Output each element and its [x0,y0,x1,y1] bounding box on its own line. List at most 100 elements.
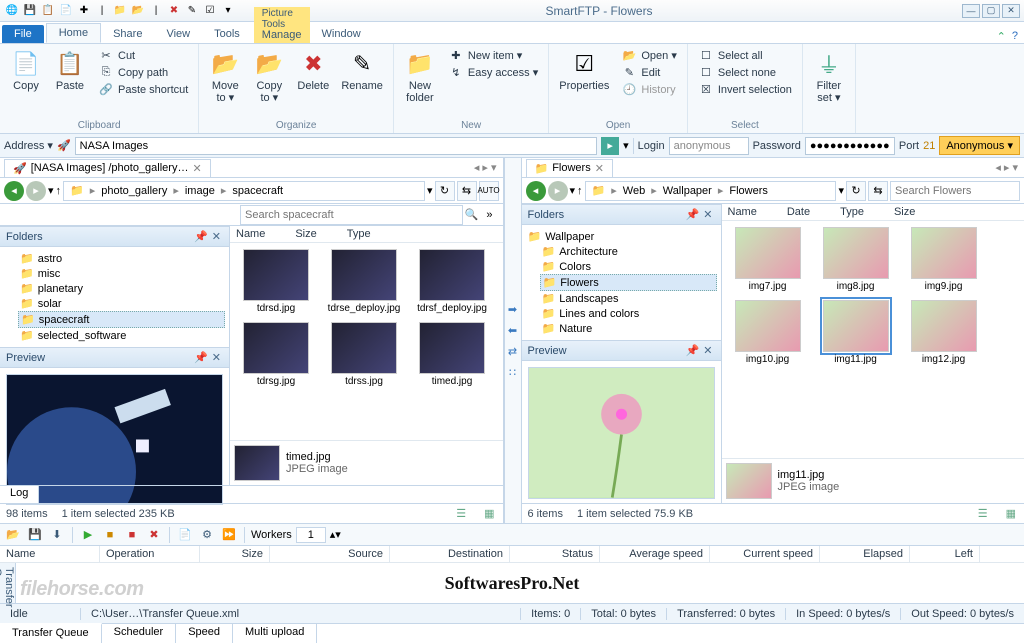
history-dropdown[interactable]: ▾ [570,184,576,197]
history-button[interactable]: 🕘History [617,82,681,97]
tq-column[interactable]: Destination [390,546,510,562]
select-all-button[interactable]: ☐Select all [694,48,796,63]
minimize-button[interactable]: — [962,4,980,18]
back-button[interactable]: ◂ [526,181,546,201]
thumbnail[interactable]: img9.jpg [904,227,984,292]
tq-pause-icon[interactable]: ■ [101,526,119,544]
tq-settings-icon[interactable]: ⚙ [198,526,216,544]
right-breadcrumb[interactable]: 📁▸ Web▸ Wallpaper▸ Flowers [585,181,837,201]
thumbnail[interactable]: timed.jpg [412,322,492,387]
left-search-input[interactable] [240,205,463,225]
pin-icon[interactable]: 📌 [684,344,702,357]
thumbnail[interactable]: img7.jpg [728,227,808,292]
paste-button[interactable]: 📋Paste [50,46,90,94]
col-date[interactable]: Date [787,206,810,218]
sync-button[interactable]: ⇆ [457,181,477,201]
edit-button[interactable]: ✎Edit [617,65,681,80]
open-button[interactable]: 📂Open ▾ [617,48,681,63]
tab-nav[interactable]: ◂ ▸ ▾ [989,161,1024,174]
tree-item[interactable]: 📁Architecture [540,244,717,259]
easy-access-button[interactable]: ↯Easy access ▾ [444,65,542,80]
tab-nav[interactable]: ◂ ▸ ▾ [468,161,503,174]
rename-button[interactable]: ✎Rename [337,46,387,94]
tq-export-icon[interactable]: ⬇ [48,526,66,544]
tq-side-tab[interactable]: Transfer Queue [0,563,16,603]
transfer-sync-icon[interactable]: ⇄ [508,345,517,358]
transfer-left-icon[interactable]: ⬅ [508,324,517,337]
tq-column[interactable]: Average speed [600,546,710,562]
tq-stop-icon[interactable]: ■ [123,526,141,544]
thumbnail[interactable]: tdrse_deploy.jpg [324,249,404,314]
bottom-tab[interactable]: Multi upload [233,624,317,643]
tree-item[interactable]: 📁solar [18,296,225,311]
pin-icon[interactable]: 📌 [192,351,210,364]
anonymous-button[interactable]: Anonymous ▾ [939,136,1020,155]
forward-button[interactable]: ▸ [26,181,46,201]
crumb[interactable]: Web [619,185,649,197]
bottom-tab[interactable]: Transfer Queue [0,623,102,643]
help-icon[interactable]: ? [1012,30,1018,43]
crumb-dropdown[interactable]: ▾ [838,184,844,197]
qat-save-icon[interactable]: 💾 [22,3,38,19]
tab-manage[interactable]: Manage [254,27,310,43]
transfer-equal-icon[interactable]: ∷ [509,366,516,379]
left-breadcrumb[interactable]: 📁▸ photo_gallery▸ image▸ spacecraft [63,181,425,201]
tree-item[interactable]: 📁misc [18,266,225,281]
refresh-button[interactable]: ↻ [846,181,866,201]
transfer-right-icon[interactable]: ➡ [508,303,517,316]
new-item-button[interactable]: ✚New item ▾ [444,48,542,63]
col-type[interactable]: Type [347,228,371,240]
tq-start-icon[interactable]: ▶ [79,526,97,544]
move-to-button[interactable]: 📂Move to ▾ [205,46,245,106]
qat-props-icon[interactable]: ☑ [202,3,218,19]
log-tab[interactable]: Log [0,486,39,503]
thumbnail[interactable]: tdrss.jpg [324,322,404,387]
close-panel-icon[interactable]: ✕ [701,344,714,357]
workers-input[interactable] [296,527,326,543]
tq-remove-icon[interactable]: ✖ [145,526,163,544]
thumbnail[interactable]: tdrsg.jpg [236,322,316,387]
thumbnail[interactable]: img11.jpg [816,300,896,365]
filter-set-button[interactable]: ⏚Filter set ▾ [809,46,849,106]
left-pane-tab[interactable]: 🚀 [NASA Images] /photo_gallery… ✕ [4,159,211,177]
view-details-icon[interactable]: ☰ [976,507,990,520]
col-size[interactable]: Size [295,228,316,240]
col-size[interactable]: Size [894,206,915,218]
tree-item[interactable]: 📁Colors [540,259,717,274]
paste-shortcut-button[interactable]: 🔗Paste shortcut [94,82,192,97]
thumbnail[interactable]: tdrsf_deploy.jpg [412,249,492,314]
tree-item[interactable]: 📁planetary [18,281,225,296]
tree-item[interactable]: 📁Nature [540,321,717,336]
tree-item[interactable]: 📁Wallpaper [526,229,717,244]
tq-column[interactable]: Name [0,546,100,562]
tree-item[interactable]: 📁spacecraft [18,311,225,328]
tq-column[interactable]: Size [200,546,270,562]
qat-delete-icon[interactable]: ✖ [166,3,182,19]
refresh-button[interactable]: ↻ [435,181,455,201]
back-button[interactable]: ◂ [4,181,24,201]
bottom-tab[interactable]: Scheduler [102,624,177,643]
tq-column[interactable]: Current speed [710,546,820,562]
crumb-dropdown[interactable]: ▾ [427,184,433,197]
qat-folder-icon[interactable]: 📁 [112,3,128,19]
thumbnail[interactable]: img10.jpg [728,300,808,365]
tab-home[interactable]: Home [46,23,101,43]
login-input[interactable] [669,137,749,155]
go-button[interactable]: ▸ [601,137,619,155]
col-type[interactable]: Type [840,206,864,218]
tree-item[interactable]: 📁Lines and colors [540,306,717,321]
tab-view[interactable]: View [154,25,202,43]
copy-to-button[interactable]: 📂Copy to ▾ [249,46,289,106]
new-folder-button[interactable]: 📁New folder [400,46,440,106]
qat-copy-icon[interactable]: 📋 [40,3,56,19]
password-input[interactable] [805,137,895,155]
tq-column[interactable]: Left [910,546,980,562]
copy-path-button[interactable]: ⎘Copy path [94,65,192,80]
close-button[interactable]: ✕ [1002,4,1020,18]
thumbnail[interactable]: img12.jpg [904,300,984,365]
tab-tools[interactable]: Tools [202,25,252,43]
search-icon[interactable]: 🔍 [465,208,479,221]
select-none-button[interactable]: ☐Select none [694,65,796,80]
maximize-button[interactable]: ▢ [982,4,1000,18]
pin-icon[interactable]: 📌 [192,230,210,243]
